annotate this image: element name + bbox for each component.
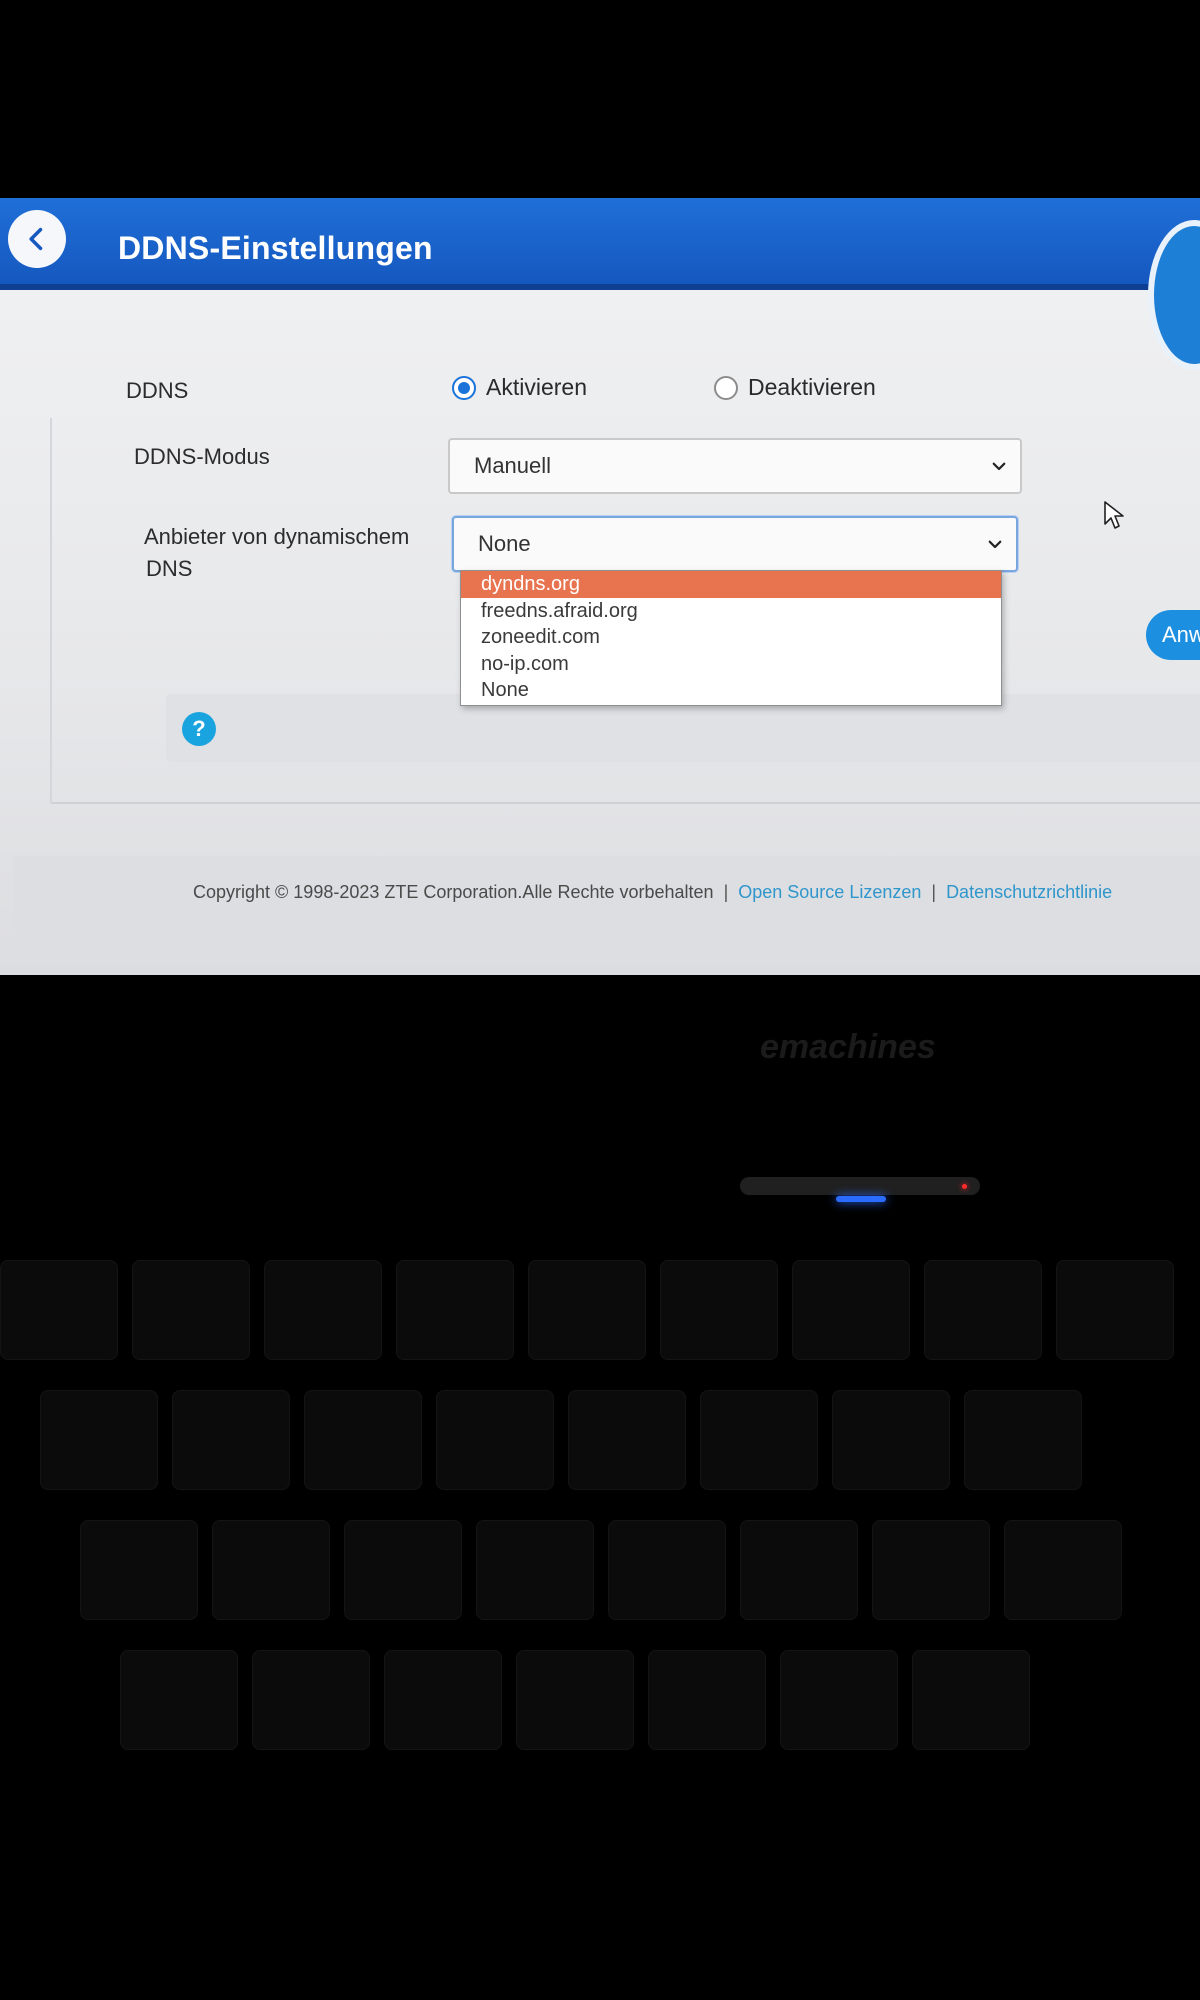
back-button[interactable] xyxy=(8,210,66,268)
laptop-keyboard xyxy=(0,1260,1200,1800)
ddns-label: DDNS xyxy=(126,378,189,403)
copyright-text: Copyright © 1998-2023 ZTE Corporation.Al… xyxy=(193,882,714,902)
keyboard-key xyxy=(832,1390,950,1490)
keyboard-key xyxy=(780,1650,898,1750)
apply-button[interactable]: Anw xyxy=(1146,610,1200,660)
status-led-strip xyxy=(740,1177,980,1195)
radio-deactivate-label: Deaktivieren xyxy=(748,374,876,400)
keyboard-key xyxy=(740,1520,858,1620)
mouse-cursor-icon xyxy=(1104,501,1124,529)
keyboard-key xyxy=(436,1390,554,1490)
dropdown-option[interactable]: None xyxy=(461,677,1001,704)
keyboard-key xyxy=(516,1650,634,1750)
keyboard-key xyxy=(1004,1520,1122,1620)
chevron-down-icon xyxy=(992,462,1006,471)
footer-separator: | xyxy=(723,882,729,902)
radio-unchecked-icon xyxy=(714,375,738,400)
keyboard-key xyxy=(384,1650,502,1750)
laptop-brand-logo: emachines xyxy=(760,1028,936,1066)
keyboard-key xyxy=(1056,1260,1174,1360)
chevron-left-icon xyxy=(29,227,43,251)
footer: Copyright © 1998-2023 ZTE Corporation.Al… xyxy=(193,882,1112,903)
keyboard-row xyxy=(120,1650,1200,1750)
dropdown-option[interactable]: no-ip.com xyxy=(461,651,1001,678)
keyboard-key xyxy=(964,1390,1082,1490)
keyboard-row xyxy=(0,1260,1200,1360)
keyboard-row xyxy=(80,1520,1200,1620)
keyboard-key xyxy=(792,1260,910,1360)
keyboard-key xyxy=(304,1390,422,1490)
keyboard-key xyxy=(120,1650,238,1750)
keyboard-key xyxy=(252,1650,370,1750)
content-border-left xyxy=(50,418,52,804)
dropdown-option[interactable]: zoneedit.com xyxy=(461,624,1001,651)
radio-activate-label: Aktivieren xyxy=(486,374,587,400)
provider-label-line2: DNS xyxy=(146,556,193,581)
provider-dropdown-list: dyndns.org freedns.afraid.org zoneedit.c… xyxy=(460,570,1002,706)
ddns-mode-value: Manuell xyxy=(474,453,552,478)
dropdown-option[interactable]: dyndns.org xyxy=(461,571,1001,598)
radio-checked-icon xyxy=(452,375,476,400)
keyboard-key xyxy=(40,1390,158,1490)
keyboard-key xyxy=(344,1520,462,1620)
help-icon[interactable]: ? xyxy=(182,712,216,746)
content-border-bottom xyxy=(52,802,1200,804)
keyboard-key xyxy=(660,1260,778,1360)
radio-activate[interactable]: Aktivieren xyxy=(452,374,587,401)
keyboard-key xyxy=(264,1260,382,1360)
router-admin-screen: DDNS-Einstellungen DDNS Aktivieren Deakt… xyxy=(0,198,1200,975)
page-title: DDNS-Einstellungen xyxy=(118,230,433,266)
radio-deactivate[interactable]: Deaktivieren xyxy=(714,374,876,401)
keyboard-key xyxy=(476,1520,594,1620)
keyboard-key xyxy=(872,1520,990,1620)
open-source-link[interactable]: Open Source Lizenzen xyxy=(738,882,921,903)
keyboard-key xyxy=(700,1390,818,1490)
provider-label-line1: Anbieter von dynamischem xyxy=(144,524,410,549)
keyboard-key xyxy=(912,1650,1030,1750)
status-led-icon xyxy=(962,1184,967,1189)
ddns-mode-label: DDNS-Modus xyxy=(134,444,270,469)
keyboard-key xyxy=(568,1390,686,1490)
keyboard-key xyxy=(648,1650,766,1750)
keyboard-key xyxy=(172,1390,290,1490)
keyboard-key xyxy=(924,1260,1042,1360)
keyboard-key xyxy=(212,1520,330,1620)
page-header: DDNS-Einstellungen xyxy=(0,198,1200,290)
keyboard-key xyxy=(396,1260,514,1360)
provider-value: None xyxy=(478,531,531,556)
ddns-mode-select[interactable]: Manuell xyxy=(448,438,1022,494)
keyboard-key xyxy=(0,1260,118,1360)
dropdown-option[interactable]: freedns.afraid.org xyxy=(461,598,1001,625)
power-led-icon xyxy=(836,1196,886,1202)
keyboard-key xyxy=(528,1260,646,1360)
keyboard-key xyxy=(132,1260,250,1360)
provider-select[interactable]: None xyxy=(452,516,1018,572)
keyboard-key xyxy=(608,1520,726,1620)
footer-separator: | xyxy=(931,882,937,902)
privacy-link[interactable]: Datenschutzrichtlinie xyxy=(946,882,1112,903)
chevron-down-icon xyxy=(988,540,1002,549)
keyboard-row xyxy=(40,1390,1200,1490)
keyboard-key xyxy=(80,1520,198,1620)
